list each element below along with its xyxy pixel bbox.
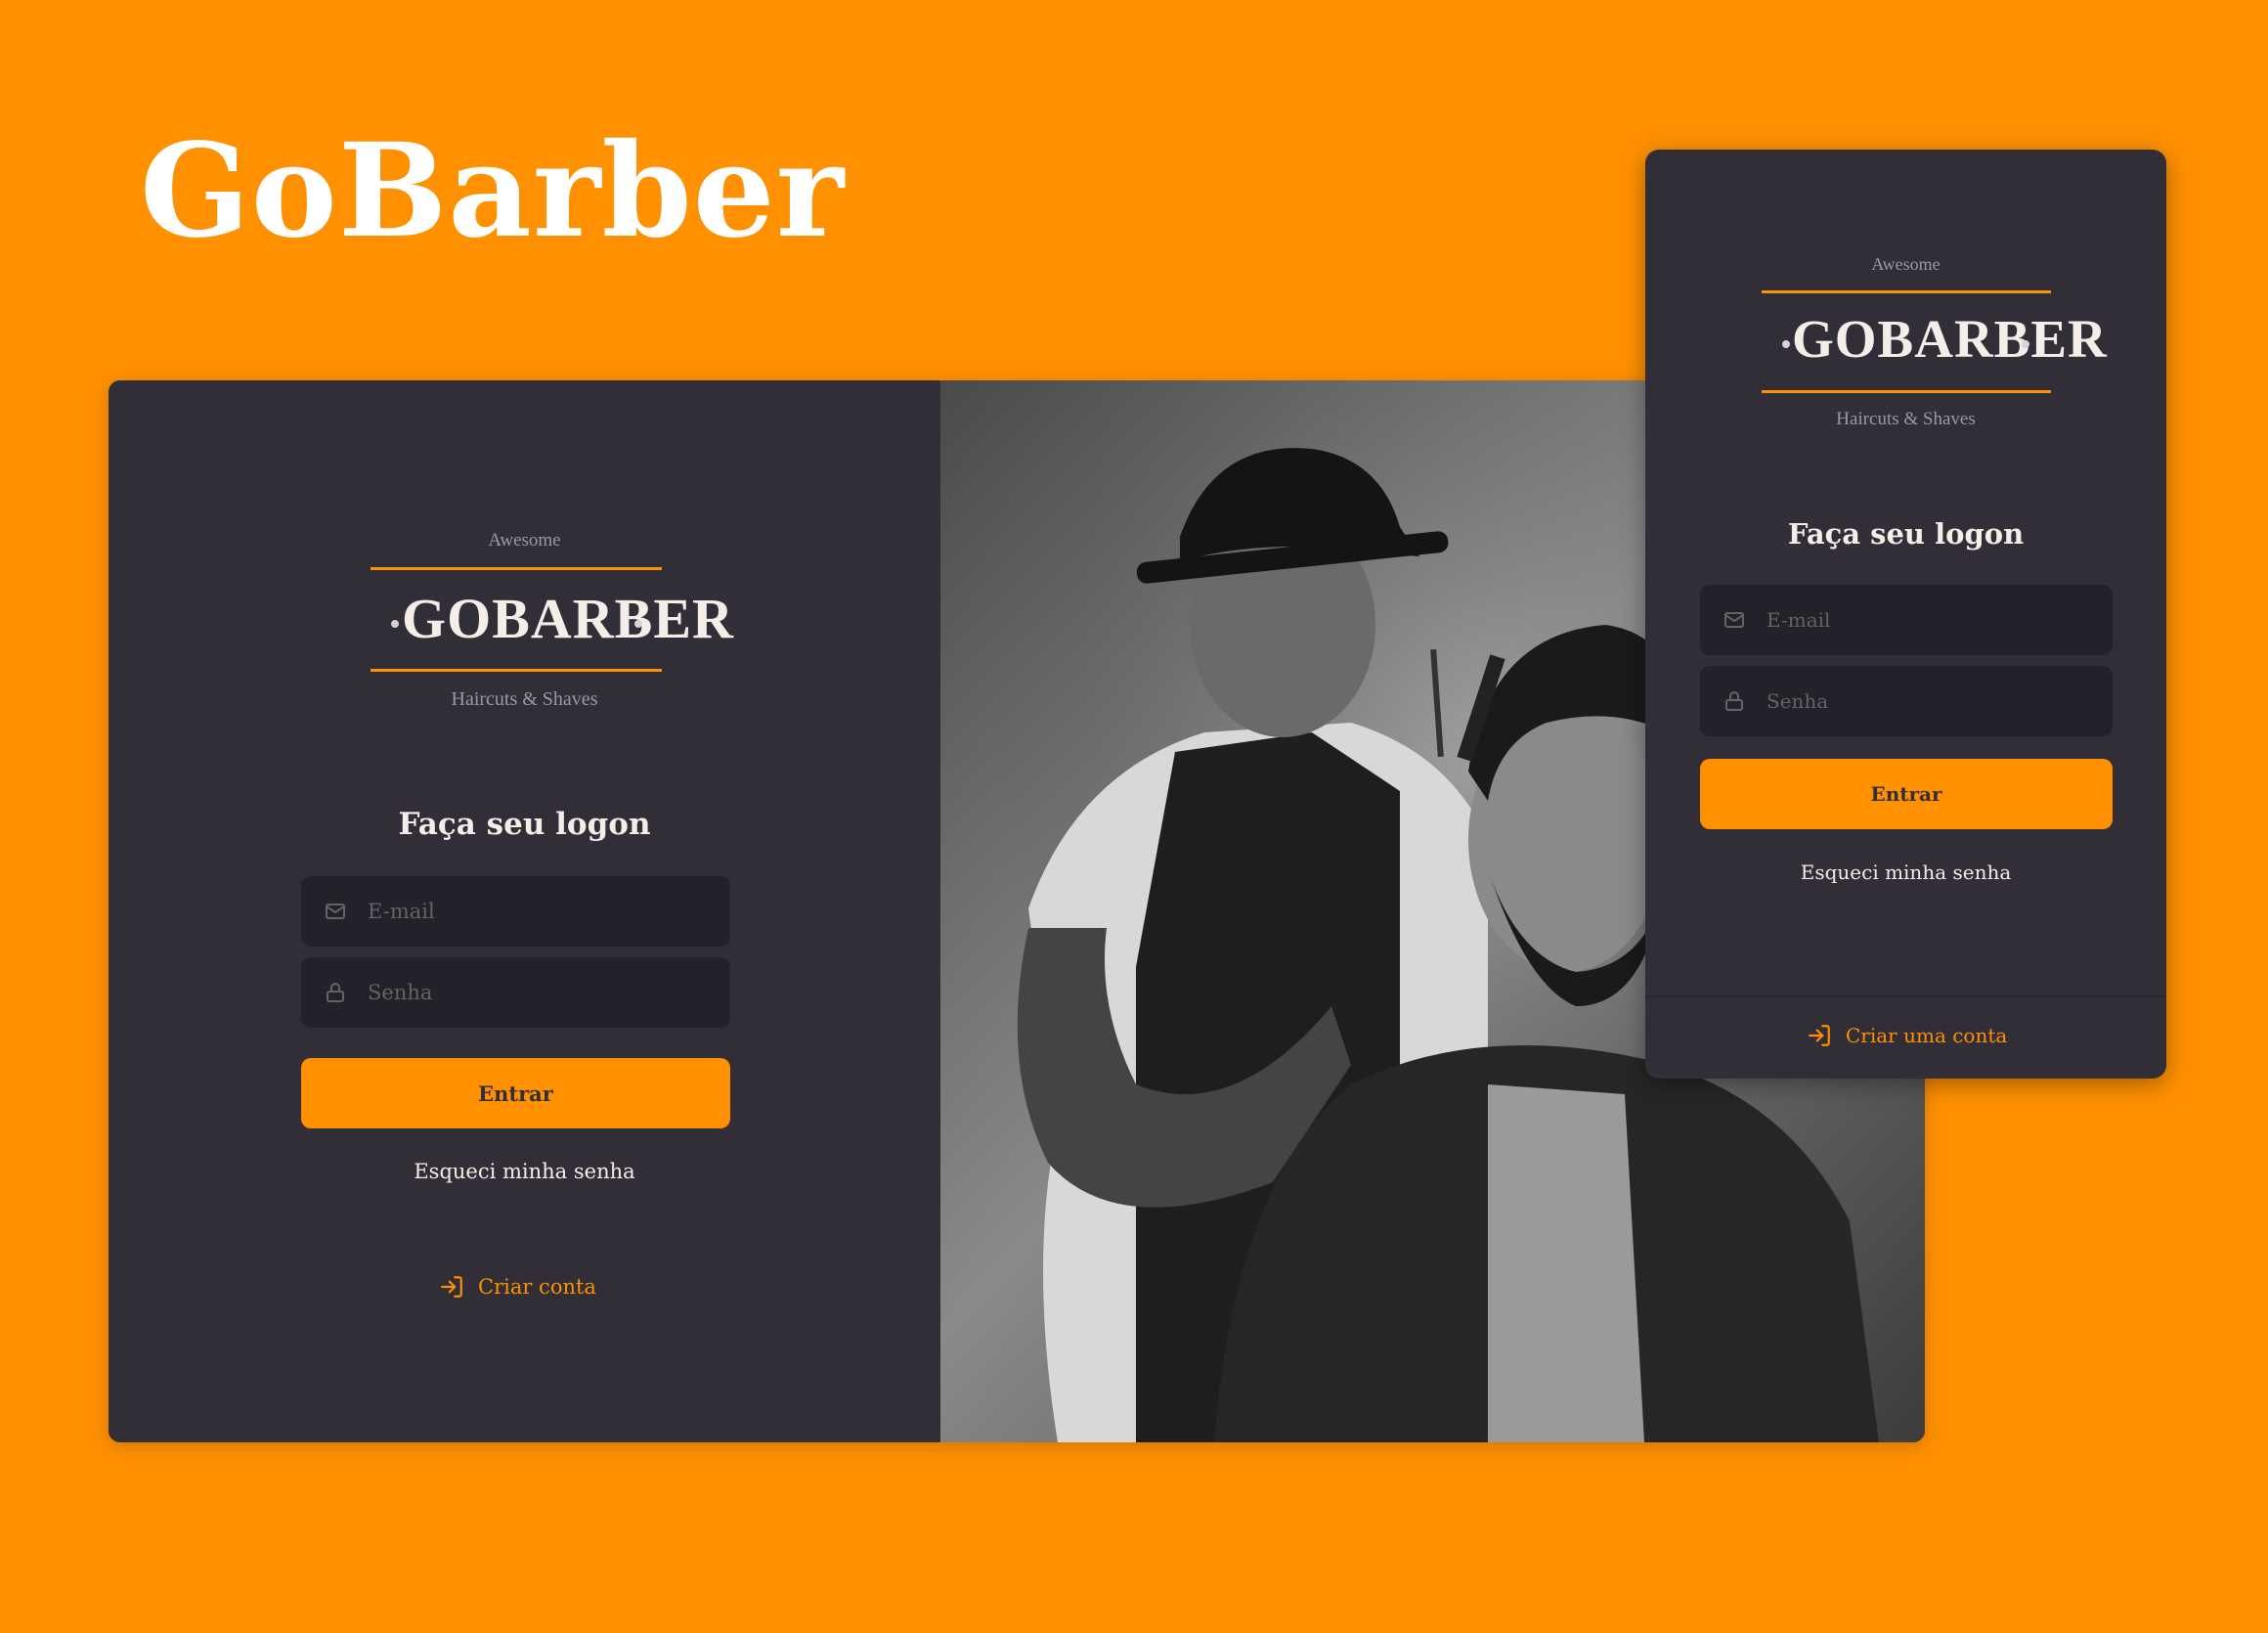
email-field[interactable] [1700,585,2113,655]
password-field[interactable] [1700,666,2113,736]
login-button[interactable]: Entrar [1700,759,2113,829]
logo-tagline-top: Awesome [1871,254,1941,274]
email-input[interactable] [366,899,721,924]
logo-tagline-bottom: Haircuts & Shaves [451,688,598,710]
log-in-icon [1807,1023,1832,1048]
forgot-password-link[interactable]: Esqueci minha senha [109,1160,940,1183]
forgot-password-link[interactable]: Esqueci minha senha [1645,861,2166,884]
logo-tagline-bottom: Haircuts & Shaves [1836,409,1976,429]
logo-tagline-top: Awesome [488,530,561,551]
log-in-icon [439,1274,464,1300]
mail-icon [1722,607,1747,633]
create-account-label: Criar conta [478,1275,596,1299]
mobile-login-screen: Awesome GoBarber Haircuts & Shaves Faça … [1645,150,2166,1079]
login-button[interactable]: Entrar [301,1058,730,1128]
lock-icon [323,980,348,1005]
logo-divider-top [1762,290,2051,293]
lock-icon [1722,688,1747,714]
brand-title: GoBarber [140,115,846,267]
create-account-link[interactable]: Criar conta [439,1274,596,1300]
password-input[interactable] [366,980,721,1005]
logo-divider-top [371,567,662,570]
mail-icon [323,899,348,924]
login-heading: Faça seu logon [1787,517,2025,551]
logo-dot-right [2022,340,2029,348]
logo-divider-bottom [371,669,662,672]
login-heading: Faça seu logon [398,807,651,842]
create-account-label: Criar uma conta [1846,1024,2008,1047]
password-field[interactable] [301,957,730,1028]
logo-wordmark: GoBarber [1792,309,2108,369]
password-input[interactable] [1765,688,2101,714]
email-field[interactable] [301,876,730,947]
logo-divider-bottom [1762,390,2051,393]
logo-dot-right [634,620,642,628]
create-account-link[interactable]: Criar uma conta [1807,1023,2007,1048]
email-input[interactable] [1765,607,2101,633]
desktop-form-panel: Awesome GoBarber Haircuts & Shaves Faça … [109,380,940,1442]
logo-dot-left [1782,340,1790,348]
logo-wordmark: GoBarber [402,587,734,650]
logo-dot-left [391,620,399,628]
mobile-footer: Criar uma conta [1645,995,2166,1079]
